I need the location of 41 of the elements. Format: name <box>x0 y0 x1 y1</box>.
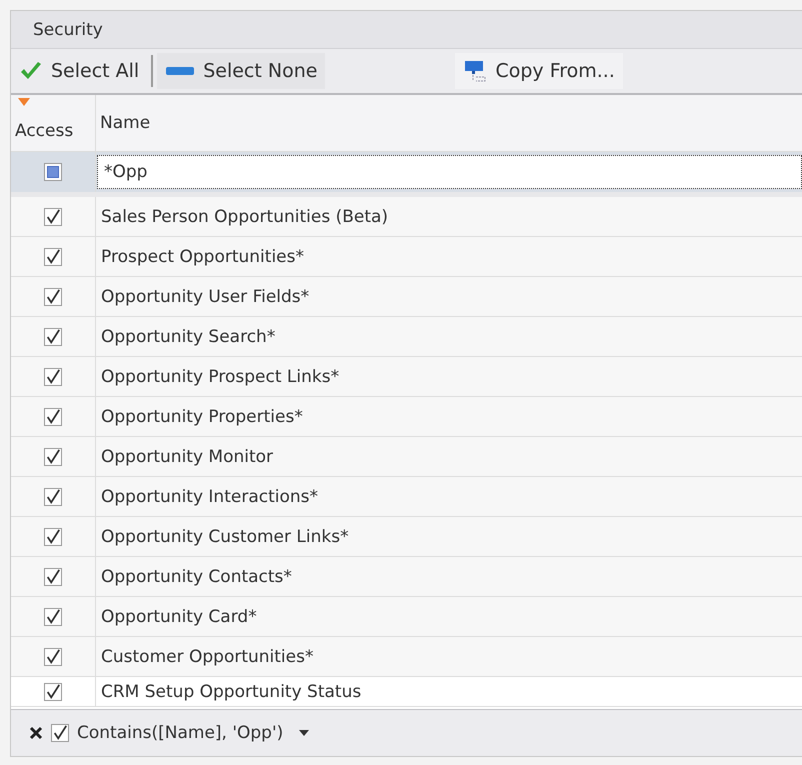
filter-expression[interactable]: Contains([Name], 'Opp') <box>77 723 284 743</box>
checkbox[interactable] <box>44 248 62 266</box>
table-cell-text: Opportunity Card* <box>100 606 258 628</box>
filter-checkbox[interactable] <box>44 163 62 181</box>
checkbox[interactable] <box>44 368 62 386</box>
monitor-icon <box>463 59 488 83</box>
table-cell-text: Prospect Opportunities* <box>100 246 305 268</box>
table-cell-text: Opportunity Prospect Links* <box>100 366 340 388</box>
check-icon <box>19 61 43 81</box>
table-cell-text: Opportunity Properties* <box>100 406 304 428</box>
checkbox[interactable] <box>44 648 62 666</box>
checkbox[interactable] <box>44 328 62 346</box>
table-cell-text: Opportunity User Fields* <box>100 286 310 308</box>
filter-input[interactable]: *Opp <box>97 155 802 189</box>
checkbox[interactable] <box>44 288 62 306</box>
checkbox[interactable] <box>44 408 62 426</box>
checkbox[interactable] <box>44 448 62 466</box>
minus-icon <box>165 65 196 77</box>
toolbar-button[interactable]: Copy From... <box>455 53 623 89</box>
table-cell-text: CRM Setup Opportunity Status <box>100 680 362 704</box>
close-icon[interactable] <box>29 726 43 740</box>
dropdown-caret-icon[interactable] <box>299 730 310 736</box>
checkbox[interactable] <box>44 568 62 586</box>
column-header[interactable]: Name <box>96 113 150 133</box>
table-cell-text: Sales Person Opportunities (Beta) <box>100 206 390 228</box>
table-cell-text: Opportunity Interactions* <box>100 486 320 508</box>
checkbox[interactable] <box>44 528 62 546</box>
table-cell-text: Opportunity Search* <box>100 326 276 348</box>
checkbox[interactable] <box>44 208 62 226</box>
table-cell-text: Customer Opportunities* <box>100 646 314 668</box>
filter-enable-checkbox[interactable] <box>51 724 69 742</box>
table-cell-text: Opportunity Contacts* <box>100 566 293 588</box>
checkbox[interactable] <box>44 608 62 626</box>
table-cell-text: Opportunity Monitor <box>100 446 274 468</box>
checkbox[interactable] <box>44 488 62 506</box>
panel-title: Security <box>33 20 103 40</box>
column-header[interactable]: Access <box>11 121 74 141</box>
toolbar-button[interactable]: Select All <box>11 53 148 89</box>
table-cell-text: Opportunity Customer Links* <box>100 526 350 548</box>
toolbar-button[interactable]: Select None <box>157 53 326 89</box>
checkbox[interactable] <box>44 682 62 700</box>
